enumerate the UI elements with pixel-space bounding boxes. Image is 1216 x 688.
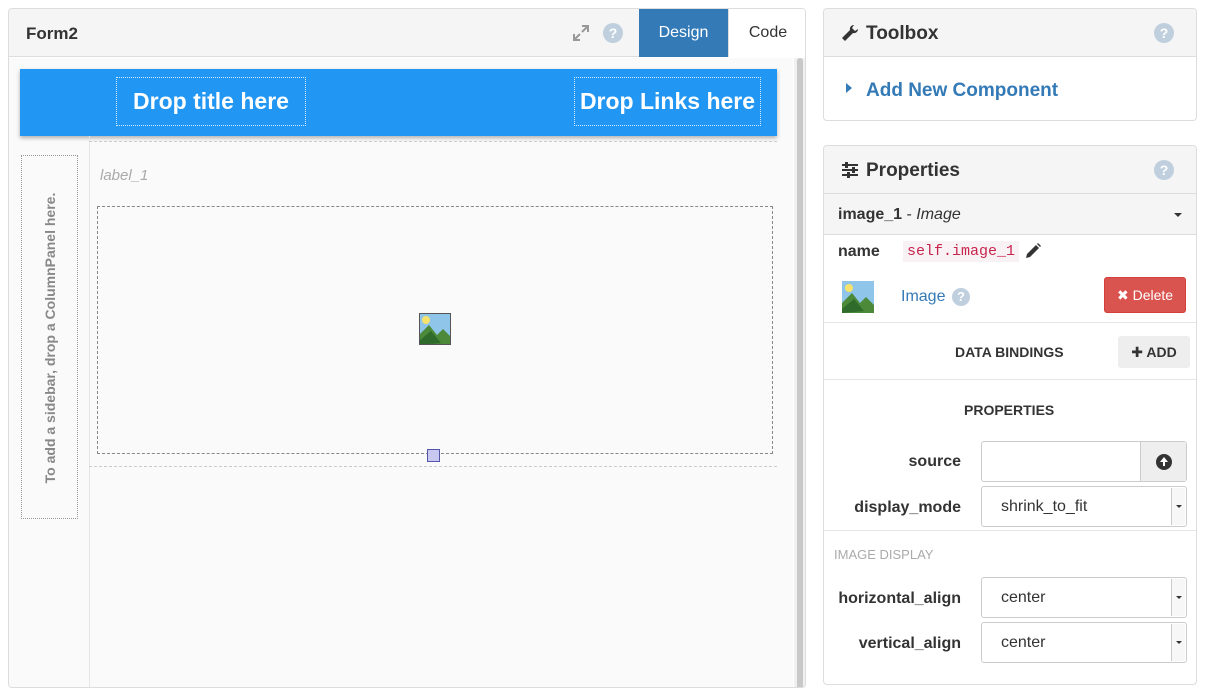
caret-right-icon xyxy=(846,83,852,93)
upload-button[interactable] xyxy=(1140,442,1186,481)
vertical-align-label: vertical_align xyxy=(858,635,961,652)
data-bindings-heading: DATA BINDINGS xyxy=(955,344,1064,360)
help-icon[interactable]: ? xyxy=(1154,160,1174,180)
component-name: image_1 xyxy=(838,206,903,223)
sidebar-divider xyxy=(89,136,90,687)
name-value: self.image_1 xyxy=(903,241,1020,262)
upload-arrow-stem xyxy=(1163,461,1165,466)
display-mode-select[interactable]: shrink_to_fit xyxy=(981,486,1187,527)
resize-handle[interactable] xyxy=(427,449,440,462)
chevron-down-icon xyxy=(1171,624,1185,661)
scrollbar-thumb[interactable] xyxy=(797,58,803,687)
component-selector[interactable]: image_1 - Image xyxy=(824,194,1196,235)
expand-icon[interactable] xyxy=(571,23,591,43)
component-separator: - xyxy=(902,206,917,223)
delete-button[interactable]: ✖ Delete xyxy=(1104,277,1186,313)
sidebar-hint: To add a sidebar, drop a ColumnPanel her… xyxy=(42,192,58,484)
image-placeholder-icon xyxy=(419,313,451,345)
plus-icon: ✚ xyxy=(1131,344,1147,360)
horizontal-align-label: horizontal_align xyxy=(838,590,961,607)
sidebar-drop-zone[interactable]: To add a sidebar, drop a ColumnPanel her… xyxy=(21,155,78,519)
toolbox-header: Toolbox ? xyxy=(824,9,1196,57)
upload-icon xyxy=(1156,454,1172,470)
properties-heading: PROPERTIES xyxy=(964,402,1055,418)
properties-title: Properties xyxy=(866,160,960,181)
form-title: Form2 xyxy=(26,24,78,43)
chevron-down-icon xyxy=(1174,213,1182,217)
help-icon[interactable]: ? xyxy=(952,288,970,306)
pencil-icon[interactable] xyxy=(1024,242,1042,260)
horizontal-align-value: center xyxy=(1001,589,1046,606)
chevron-down-icon xyxy=(1171,488,1185,525)
divider xyxy=(824,322,1196,323)
properties-panel: Properties ? image_1 - Image name self.i… xyxy=(823,145,1197,685)
name-label: name xyxy=(838,243,880,260)
delete-label: Delete xyxy=(1132,287,1174,303)
toolbox-panel: Toolbox ? Add New Component xyxy=(823,8,1197,121)
component-type-link[interactable]: Image xyxy=(901,288,945,306)
content-bottom-border xyxy=(89,466,777,467)
vertical-align-value: center xyxy=(1001,634,1046,651)
sliders-icon xyxy=(842,162,858,178)
source-label: source xyxy=(908,453,961,470)
help-icon[interactable]: ? xyxy=(603,23,623,43)
drop-title-zone[interactable]: Drop title here xyxy=(116,77,306,126)
label-component[interactable]: label_1 xyxy=(100,167,148,184)
chevron-down-icon xyxy=(1171,579,1185,616)
drop-links-zone[interactable]: Drop Links here xyxy=(574,77,761,126)
close-icon: ✖ xyxy=(1116,287,1133,303)
image-display-caption: IMAGE DISPLAY xyxy=(834,547,934,562)
app-bar: Drop title here Drop Links here xyxy=(20,69,777,136)
source-input[interactable] xyxy=(981,441,1187,482)
divider xyxy=(824,379,1196,380)
add-binding-button[interactable]: ✚ ADD xyxy=(1118,336,1190,368)
display-mode-label: display_mode xyxy=(854,499,961,516)
image-component[interactable] xyxy=(97,206,773,454)
editor-header: Form2 ? Design Code xyxy=(9,9,805,57)
image-type-icon xyxy=(842,281,874,313)
toolbox-title: Toolbox xyxy=(866,23,939,44)
properties-header: Properties ? xyxy=(824,146,1196,194)
divider xyxy=(824,530,1196,531)
content-top-border xyxy=(89,141,777,142)
help-icon[interactable]: ? xyxy=(1154,23,1174,43)
vertical-align-select[interactable]: center xyxy=(981,622,1187,663)
form-editor-panel: Form2 ? Design Code Drop title here Drop… xyxy=(8,8,806,688)
editor-scrollbar[interactable] xyxy=(794,58,805,687)
display-mode-value: shrink_to_fit xyxy=(1001,498,1088,515)
component-type: Image xyxy=(916,206,961,223)
add-new-component-link[interactable]: Add New Component xyxy=(846,80,1058,102)
design-canvas[interactable]: Drop title here Drop Links here To add a… xyxy=(9,58,793,687)
wrench-icon xyxy=(842,24,859,41)
tab-design[interactable]: Design xyxy=(639,9,728,57)
tab-code[interactable]: Code xyxy=(728,9,805,57)
component-selector-label: image_1 - Image xyxy=(838,206,961,224)
horizontal-align-select[interactable]: center xyxy=(981,577,1187,618)
add-new-component-label: Add New Component xyxy=(866,80,1059,101)
add-label: ADD xyxy=(1146,344,1177,360)
